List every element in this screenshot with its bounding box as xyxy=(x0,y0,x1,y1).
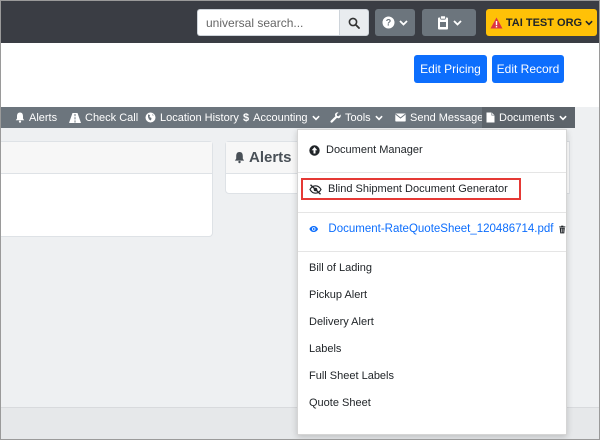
app-window: ? TAI TEST ORG xyxy=(0,0,600,440)
record-header: Edit Pricing Edit Record xyxy=(1,43,599,107)
menu-item-label: Labels xyxy=(309,343,342,355)
menu-item-label: Delivery Alert xyxy=(309,316,374,328)
svg-text:?: ? xyxy=(386,18,392,28)
menu-item-document-manager[interactable]: Document Manager xyxy=(298,139,566,161)
alerts-panel: Alerts xyxy=(225,141,301,194)
envelope-icon xyxy=(395,113,406,122)
universal-search xyxy=(197,9,369,36)
record-tab-bar: Alerts Check Call Location History $ Acc… xyxy=(1,107,575,128)
eye-slash-icon xyxy=(309,183,322,195)
tab-label: Send Message xyxy=(410,111,484,124)
help-menu-button[interactable]: ? xyxy=(375,9,415,36)
menu-item-label: Full Sheet Labels xyxy=(309,370,394,382)
menu-item-full-sheet-labels[interactable]: Full Sheet Labels xyxy=(298,366,566,386)
attached-document-link[interactable]: Document-RateQuoteSheet_120486714.pdf xyxy=(328,223,553,235)
tab-alerts[interactable]: Alerts xyxy=(15,107,57,128)
tab-label: Location History xyxy=(160,111,239,124)
tab-tools[interactable]: Tools xyxy=(330,107,383,128)
edit-record-button[interactable]: Edit Record xyxy=(492,55,564,83)
tab-label: Check Call xyxy=(85,111,139,124)
edit-pricing-button[interactable]: Edit Pricing xyxy=(414,55,487,83)
menu-item-label: Pickup Alert xyxy=(309,289,368,301)
question-circle-icon: ? xyxy=(382,16,395,29)
tab-location-history[interactable]: Location History xyxy=(145,107,239,128)
trash-icon[interactable] xyxy=(559,224,566,235)
organization-name: TAI TEST ORG xyxy=(505,16,583,29)
search-input[interactable] xyxy=(197,9,339,36)
wrench-icon xyxy=(330,112,341,123)
tab-label: Documents xyxy=(499,111,555,124)
attached-document-row: Document-RateQuoteSheet_120486714.pdf xyxy=(298,218,566,240)
chevron-down-icon xyxy=(399,19,408,26)
organization-switcher[interactable]: TAI TEST ORG xyxy=(486,9,597,36)
chevron-down-icon xyxy=(375,115,383,120)
road-icon xyxy=(69,112,81,123)
top-navbar: ? TAI TEST ORG xyxy=(1,1,599,43)
tab-accounting[interactable]: $ Accounting xyxy=(243,107,320,128)
chevron-down-icon xyxy=(311,115,320,120)
chevron-down-icon xyxy=(558,115,567,120)
menu-item-label: Bill of Lading xyxy=(309,262,372,274)
menu-item-blind-shipment-generator[interactable]: Blind Shipment Document Generator xyxy=(298,178,566,200)
chevron-down-icon xyxy=(585,20,593,25)
menu-item-label: Quote Sheet xyxy=(309,397,371,409)
tab-documents[interactable]: Documents xyxy=(482,107,575,128)
menu-item-pickup-alert[interactable]: Pickup Alert xyxy=(298,285,566,305)
menu-divider xyxy=(298,172,566,173)
clipboard-icon xyxy=(437,15,448,30)
eye-icon[interactable] xyxy=(309,224,319,234)
menu-divider xyxy=(298,212,566,213)
tab-check-call[interactable]: Check Call xyxy=(69,107,138,128)
warning-triangle-icon xyxy=(490,17,503,28)
documents-dropdown-menu: Document Manager Blind Shipment Document… xyxy=(297,129,567,435)
menu-item-labels[interactable]: Labels xyxy=(298,339,566,359)
bell-icon xyxy=(234,152,245,164)
alerts-panel-header: Alerts xyxy=(226,142,300,174)
alerts-panel-title: Alerts xyxy=(249,149,292,166)
dollar-icon: $ xyxy=(243,111,250,124)
bell-icon xyxy=(15,112,25,123)
globe-icon xyxy=(145,112,156,123)
menu-item-bill-of-lading[interactable]: Bill of Lading xyxy=(298,258,566,278)
menu-divider xyxy=(298,251,566,252)
tab-label: Tools xyxy=(345,111,371,124)
tab-label: Alerts xyxy=(29,111,58,124)
search-icon xyxy=(348,17,360,29)
details-panel xyxy=(1,141,213,237)
menu-item-label: Blind Shipment Document Generator xyxy=(328,183,508,195)
chevron-down-icon xyxy=(452,19,462,26)
menu-item-label: Document Manager xyxy=(326,144,423,156)
menu-item-delivery-alert[interactable]: Delivery Alert xyxy=(298,312,566,332)
tab-label: Accounting xyxy=(253,111,308,124)
menu-item-quote-sheet[interactable]: Quote Sheet xyxy=(298,393,566,413)
tab-send-message[interactable]: Send Message xyxy=(395,107,483,128)
arrow-circle-up-icon xyxy=(309,144,320,156)
clipboard-menu-button[interactable] xyxy=(422,9,476,36)
search-button[interactable] xyxy=(339,9,369,36)
file-icon xyxy=(486,112,495,123)
details-panel-header xyxy=(1,142,212,174)
